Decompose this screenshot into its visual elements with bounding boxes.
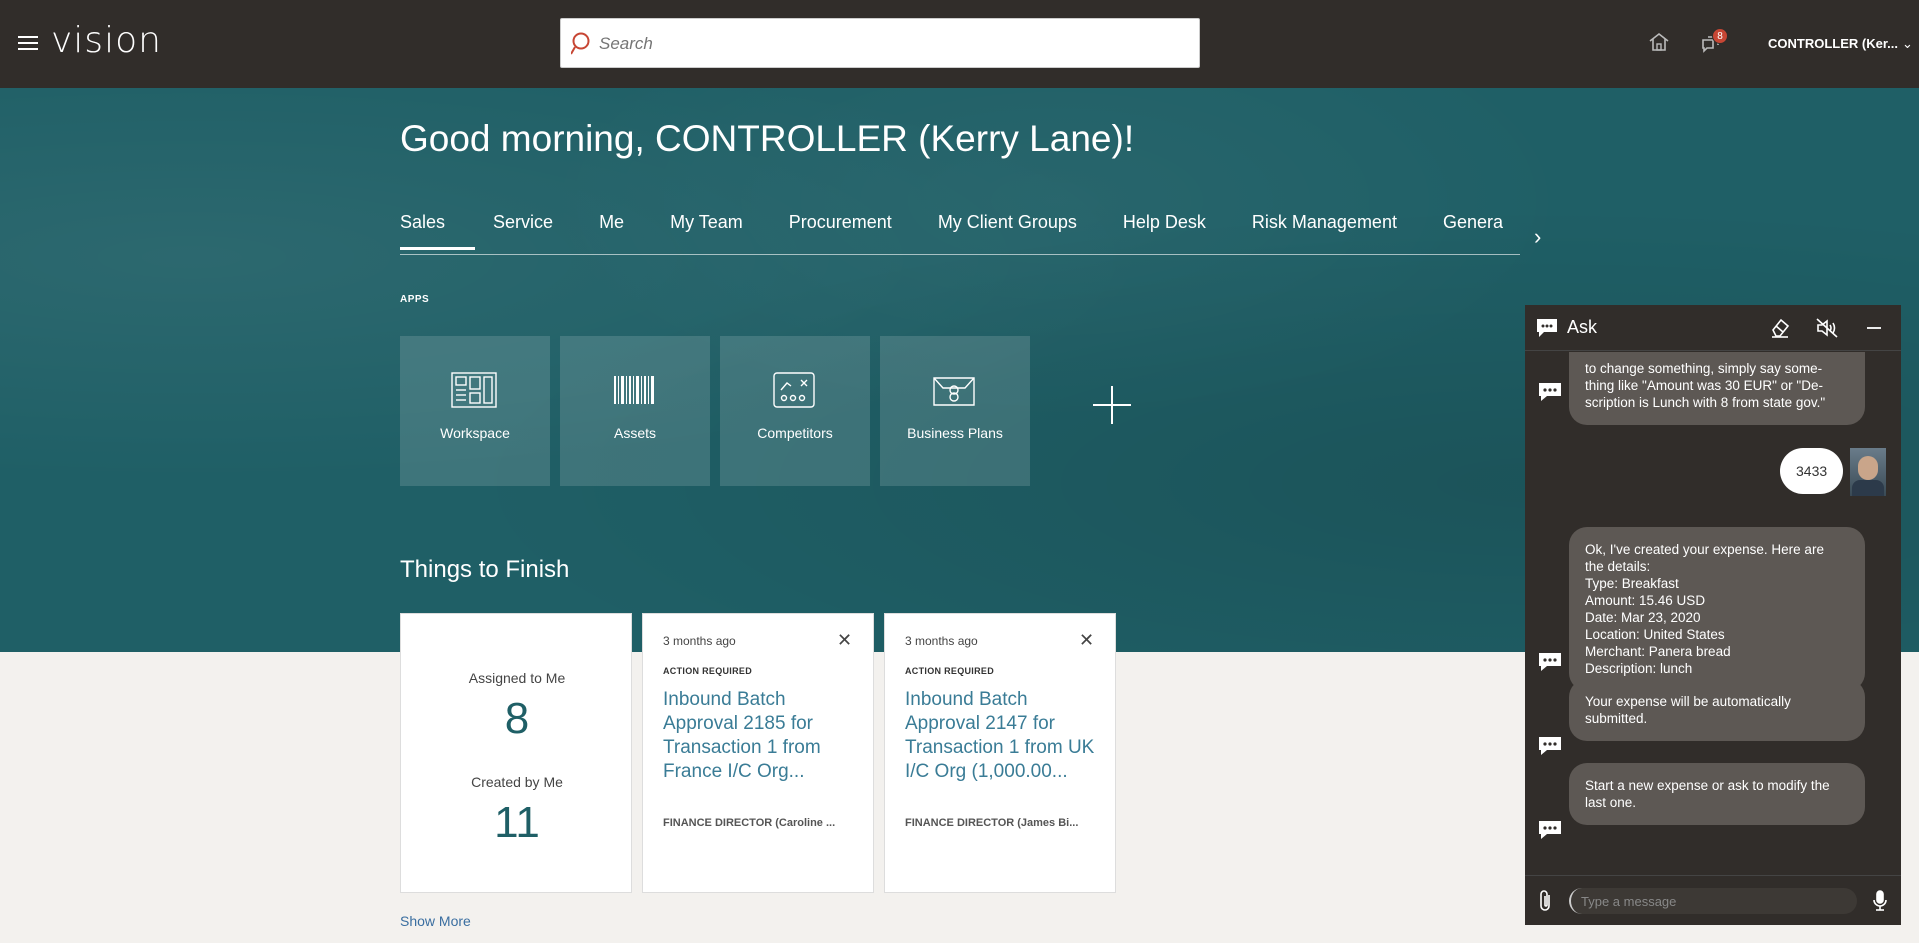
- top-bar: vision 8 CONTROLLER (Ker...⌄: [0, 0, 1919, 88]
- bot-avatar-icon: [1539, 737, 1561, 755]
- apps-label: APPS: [400, 294, 430, 305]
- chat-footer: [1525, 875, 1901, 925]
- chat-title: Ask: [1567, 317, 1598, 337]
- tabs-next-icon[interactable]: ›: [1534, 224, 1541, 250]
- bot-avatar-icon: [1539, 821, 1561, 839]
- created-label: Created by Me: [471, 774, 563, 790]
- close-icon[interactable]: ✕: [837, 630, 852, 651]
- microphone-icon[interactable]: [1871, 889, 1889, 913]
- speaker-mute-icon[interactable]: [1815, 317, 1839, 339]
- task-title-link[interactable]: Inbound Batch Approval 2185 for Transact…: [663, 688, 863, 784]
- task-status: ACTION REQUIRED: [905, 666, 995, 676]
- notifications-badge: 8: [1712, 28, 1728, 44]
- user-avatar: [1850, 448, 1886, 496]
- tab-sales[interactable]: Sales: [400, 212, 476, 250]
- tab-my-team[interactable]: My Team: [670, 212, 743, 247]
- bot-message: Start a new expense or ask to modify the…: [1569, 763, 1865, 825]
- chat-bubble-icon: [1537, 319, 1557, 337]
- user-name: CONTROLLER (Ker...: [1768, 36, 1899, 51]
- task-person: FINANCE DIRECTOR (James Bi...: [905, 817, 1079, 829]
- minimize-icon[interactable]: [1865, 318, 1883, 338]
- search-input[interactable]: [599, 29, 1179, 59]
- bot-avatar-icon: [1539, 653, 1561, 671]
- task-card: 3 months ago ✕ ACTION REQUIRED Inbound B…: [884, 613, 1116, 893]
- bot-message: to change something, simply say some- th…: [1569, 352, 1865, 425]
- search-icon: [571, 32, 590, 55]
- bot-message: Your expense will be automatically submi…: [1569, 679, 1865, 741]
- user-message: 3433: [1780, 448, 1844, 494]
- chevron-down-icon: ⌄: [1902, 36, 1913, 51]
- tab-procurement[interactable]: Procurement: [789, 212, 892, 247]
- app-label: Assets: [613, 425, 656, 441]
- tab-my-client-groups[interactable]: My Client Groups: [938, 212, 1077, 247]
- competitors-icon: [773, 372, 815, 408]
- app-label: Workspace: [440, 425, 510, 441]
- tab-general[interactable]: Genera: [1443, 212, 1503, 247]
- briefcase-icon: [933, 377, 975, 406]
- vision-logo[interactable]: vision: [51, 20, 162, 61]
- app-tile-competitors[interactable]: Competitors: [720, 336, 870, 486]
- eraser-icon[interactable]: [1769, 317, 1791, 339]
- hamburger-menu-icon[interactable]: [18, 36, 38, 50]
- task-title-link[interactable]: Inbound Batch Approval 2147 for Transact…: [905, 688, 1105, 784]
- task-status: ACTION REQUIRED: [663, 666, 753, 676]
- bot-avatar-icon: [1539, 383, 1561, 401]
- bot-message: Ok, I've created your expense. Here are …: [1569, 527, 1865, 691]
- assigned-count[interactable]: 8: [401, 694, 633, 744]
- chat-messages: to change something, simply say some- th…: [1525, 352, 1901, 875]
- user-menu[interactable]: CONTROLLER (Ker... ⌄: [1768, 36, 1913, 52]
- created-count[interactable]: 11: [401, 798, 633, 848]
- summary-card: Assigned to Me 8 Created by Me 11: [400, 613, 632, 893]
- show-more-link[interactable]: Show More: [400, 913, 471, 929]
- barcode-icon: [614, 376, 654, 404]
- paperclip-icon[interactable]: [1537, 889, 1555, 913]
- task-time: 3 months ago: [663, 634, 736, 648]
- chat-panel: Ask to change something, simply say some…: [1525, 305, 1901, 925]
- assigned-label: Assigned to Me: [468, 670, 566, 686]
- springboard-tabs: Sales Service Me My Team Procurement My Clien…: [400, 212, 1520, 255]
- chat-message-input[interactable]: [1569, 888, 1857, 914]
- tab-service[interactable]: Service: [493, 212, 553, 247]
- search-box[interactable]: [560, 18, 1200, 68]
- app-tile-business-plans[interactable]: Business Plans: [880, 336, 1030, 486]
- tab-risk-management[interactable]: Risk Management: [1252, 212, 1397, 247]
- task-card: 3 months ago ✕ ACTION REQUIRED Inbound B…: [642, 613, 874, 893]
- tab-me[interactable]: Me: [599, 212, 624, 247]
- things-to-finish-heading: Things to Finish: [400, 556, 570, 583]
- app-tile-workspace[interactable]: Workspace: [400, 336, 550, 486]
- app-label: Competitors: [757, 425, 833, 441]
- workspace-icon: [451, 372, 497, 408]
- task-time: 3 months ago: [905, 634, 978, 648]
- app-label: Business Plans: [907, 425, 1003, 441]
- close-icon[interactable]: ✕: [1079, 630, 1094, 651]
- tab-help-desk[interactable]: Help Desk: [1123, 212, 1206, 247]
- greeting-heading: Good morning, CONTROLLER (Kerry Lane)!: [400, 118, 1135, 159]
- app-tile-assets[interactable]: Assets: [560, 336, 710, 486]
- chat-header: Ask: [1525, 305, 1901, 351]
- task-person: FINANCE DIRECTOR (Caroline ...: [663, 817, 836, 829]
- home-icon[interactable]: [1648, 32, 1670, 52]
- add-app-icon[interactable]: [1093, 386, 1131, 424]
